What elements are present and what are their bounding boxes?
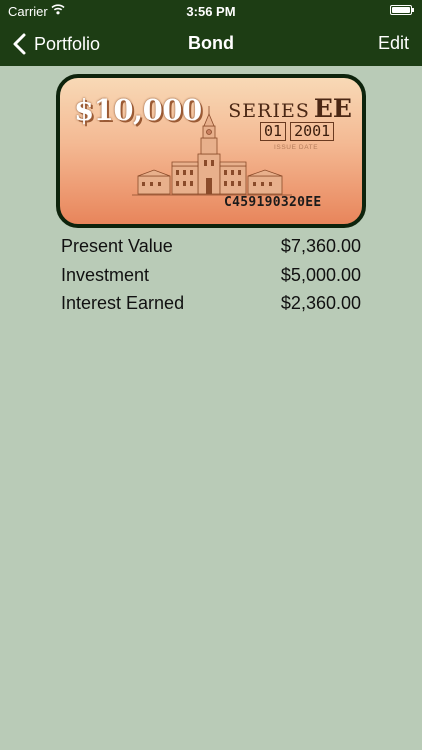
detail-label: Present Value [61, 236, 173, 256]
chevron-left-icon [13, 33, 26, 55]
independence-hall-illustration [132, 106, 292, 196]
detail-row-interest-earned: Interest Earned $2,360.00 [61, 293, 361, 322]
detail-value: $5,000.00 [280, 264, 361, 285]
battery-icon [390, 5, 414, 15]
bond-details-list: Present Value $7,360.00 Investment $5,00… [61, 236, 361, 322]
series-code: EE [313, 94, 352, 123]
navigation-bar: Portfolio Bond Edit [0, 22, 422, 66]
issue-year: 2001 [290, 122, 335, 141]
top-bar: Carrier 3:56 PM Portfolio Bond Edit [0, 0, 422, 66]
detail-row-investment: Investment $5,000.00 [61, 265, 361, 294]
status-bar: Carrier 3:56 PM [0, 0, 422, 22]
bond-card: $10,000 SERIES EE 01 2001 ISSUE DATE C45… [56, 74, 366, 228]
back-button-label: Portfolio [34, 33, 101, 54]
detail-value: $2,360.00 [280, 293, 361, 314]
detail-label: Interest Earned [61, 293, 185, 314]
back-button[interactable]: Portfolio [10, 32, 100, 56]
edit-button[interactable]: Edit [378, 33, 409, 54]
detail-label: Investment [61, 264, 150, 285]
status-time: 3:56 PM [186, 4, 236, 19]
detail-value: $7,360.00 [280, 236, 361, 256]
detail-row-present-value: Present Value $7,360.00 [61, 236, 361, 265]
bond-serial-number: C459190320EE [224, 195, 322, 210]
